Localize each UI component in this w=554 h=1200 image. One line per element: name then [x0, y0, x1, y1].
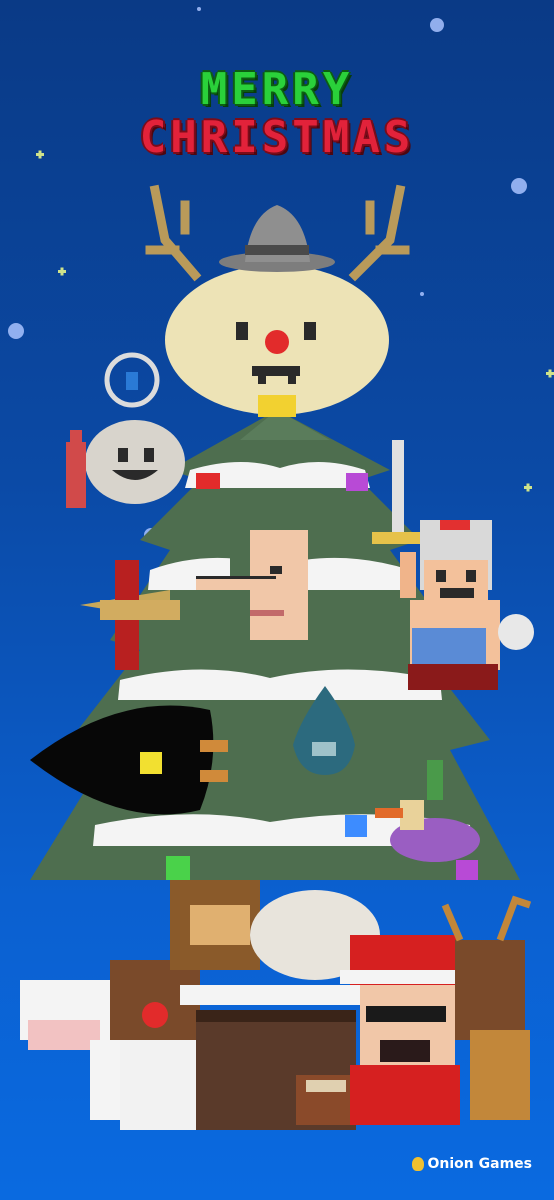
christmas-scene: MERRY CHRISTMAS Onion Games — [0, 0, 554, 1200]
onion-icon — [411, 1157, 424, 1171]
onion-topper — [145, 184, 410, 417]
bottom-characters — [20, 880, 532, 1130]
black-blob-character — [30, 705, 228, 815]
title-christmas: CHRISTMAS — [139, 112, 415, 163]
robot-character — [66, 352, 185, 508]
title-merry: MERRY — [200, 64, 354, 115]
brand-name: Onion Games — [427, 1156, 532, 1172]
brand-logo: Onion Games — [411, 1156, 532, 1172]
scene-illustration — [8, 7, 554, 1130]
